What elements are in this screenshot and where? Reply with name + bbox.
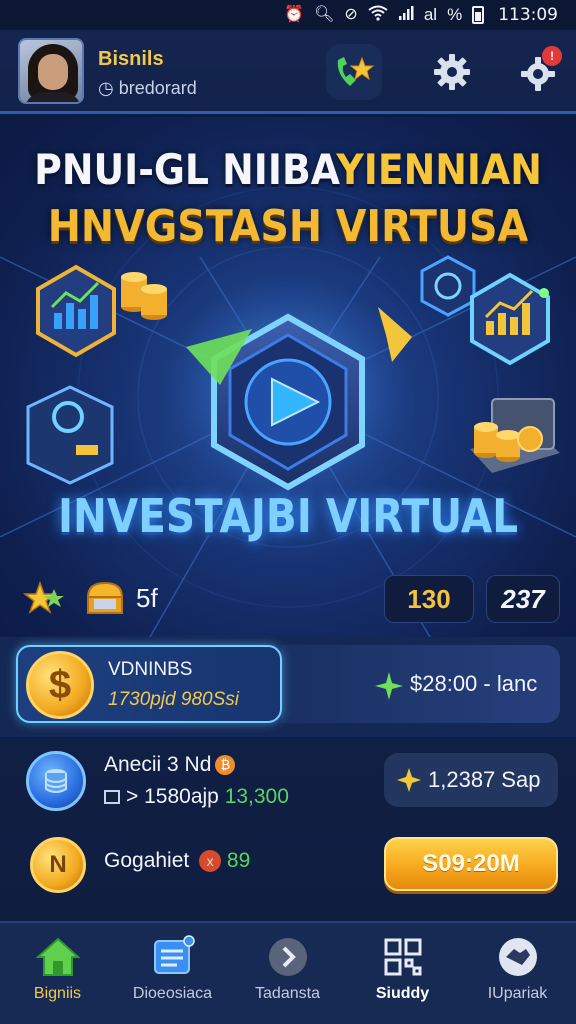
asset-1-name: Anecii 3 Nd ₿	[104, 753, 236, 777]
user-name: Bisnils	[98, 48, 164, 70]
asset-1-pill-unit: Sap	[501, 767, 541, 792]
nav-label-arrow: Tadansta	[255, 985, 320, 1002]
hero-title-line-1: PNUI-GL NIIBAYIENNIAN	[29, 145, 547, 194]
nav-label-grid: Siuddy	[375, 985, 430, 1002]
nav-label-notes: Dioeosiaca	[132, 985, 213, 1002]
asset-1-stat-a: > 1580ajp	[126, 785, 219, 808]
asset-2-chip: x	[199, 850, 222, 872]
nav-label-handshake: IUpariak	[487, 985, 548, 1002]
mute-icon: ⊘	[344, 6, 358, 23]
asset-2-value: 89	[226, 849, 251, 872]
battery-icon	[472, 6, 485, 24]
balance-label: VDNINBS	[108, 659, 193, 680]
balance-card[interactable]: $ VDNINBS 1730pjd 980Ssi	[16, 645, 282, 723]
sparkle-gold-icon	[397, 768, 421, 792]
treasure-chest-icon[interactable]	[84, 579, 126, 619]
battery-text: %	[447, 5, 463, 24]
hero-title-1a: PNUI-GL NIIBA	[34, 145, 337, 194]
app-header: Bisnils ◷ bredorard !	[0, 30, 576, 114]
bitcoin-icon: ₿	[215, 755, 236, 775]
status-bar: ⏰ 🔍︎ ⊘ al % 113:09	[0, 0, 576, 30]
asset-1-stats: > 1580ajp 13,300	[104, 785, 289, 809]
coin-stack-left-icon	[121, 272, 167, 320]
asset-1-pill[interactable]: 1,2387 Sap	[384, 753, 558, 807]
asset-1-pill-value: 1,2387	[428, 767, 496, 792]
phone-star-button[interactable]	[326, 44, 382, 100]
grid-icon	[384, 938, 422, 976]
phone-star-icon	[337, 56, 375, 86]
user-sub-text: bredorard	[118, 78, 197, 98]
signal-icon	[398, 5, 414, 25]
score-pill[interactable]: 130	[384, 575, 474, 623]
arrow-icon	[269, 938, 307, 976]
stats-row: 5f 130 237	[0, 567, 576, 631]
asset-2-row: Gogahiet x 89	[104, 849, 250, 873]
vault-cube-icon	[26, 385, 114, 485]
hero-subtitle: INVESTAJBI VIRTUAL	[57, 489, 519, 543]
avatar[interactable]	[18, 38, 84, 104]
asset-1-stat-b: 13,300	[224, 785, 289, 808]
chart-tile-right-icon	[470, 272, 550, 366]
balance-rate: $28:00 - lanc	[410, 671, 538, 696]
checkbox-icon	[104, 790, 120, 804]
cta-button[interactable]: S09:20M	[384, 837, 558, 891]
hero-title-line-2: HNVGSTASH VIRTUSA	[47, 201, 529, 252]
gear-icon	[434, 54, 470, 90]
bottom-navigation: Bigniis Dioeosiaca Tadansta Siuddy IUpar…	[0, 921, 576, 1024]
settings-button[interactable]	[424, 44, 480, 100]
gauge-tile-icon	[420, 255, 476, 317]
dollar-coin-icon: $	[26, 651, 94, 719]
level-value: 5f	[136, 583, 158, 613]
clock: 113:09	[498, 5, 558, 25]
search-icon: 🔍︎	[314, 6, 335, 23]
nav-item-arrow[interactable]: Tadansta	[230, 923, 345, 1024]
notes-icon	[154, 935, 195, 974]
notifications-button[interactable]: !	[510, 44, 566, 100]
hero-title-1b: YIENNIAN	[336, 145, 542, 194]
asset-1-name-text: Anecii 3 Nd	[104, 753, 212, 776]
nav-item-handshake[interactable]: IUpariak	[460, 923, 575, 1024]
nav-item-home[interactable]: Bigniis	[0, 923, 115, 1024]
nav-item-grid[interactable]: Siuddy	[345, 923, 460, 1024]
signal-text: al	[423, 5, 438, 24]
balance-value: 1730pjd 980Ssi	[108, 689, 239, 710]
coins-wallet-icon	[470, 398, 560, 473]
sparkle-icon	[375, 672, 403, 700]
assets-panel: Anecii 3 Nd ₿ > 1580ajp 13,300 1,2387 Sap…	[0, 737, 576, 921]
star-icon[interactable]	[22, 579, 68, 619]
clock-small-icon: ◷	[98, 78, 119, 98]
gold-coin-icon: N	[30, 837, 86, 893]
nav-label-home: Bigniis	[33, 985, 82, 1002]
notification-badge: !	[542, 46, 562, 66]
alarm-icon: ⏰	[284, 6, 305, 23]
balance-panel: $28:00 - lanc $ VDNINBS 1730pjd 980Ssi	[0, 637, 576, 737]
balance-rate-card[interactable]: $28:00 - lanc	[282, 645, 560, 723]
chart-tile-left-icon	[36, 264, 116, 358]
nav-item-notes[interactable]: Dioeosiaca	[115, 923, 230, 1024]
handshake-icon	[499, 938, 537, 976]
user-subtitle: ◷ bredorard	[98, 78, 197, 99]
hero-banner[interactable]: PNUI-GL NIIBAYIENNIAN HNVGSTASH VIRTUSA …	[0, 117, 576, 637]
home-icon	[36, 937, 80, 976]
asset-2-name: Gogahiet	[104, 849, 190, 872]
database-coin-icon	[26, 751, 86, 811]
wifi-icon	[368, 5, 388, 25]
bonus-pill[interactable]: 237	[486, 575, 560, 623]
hero-illustration	[0, 186, 576, 637]
